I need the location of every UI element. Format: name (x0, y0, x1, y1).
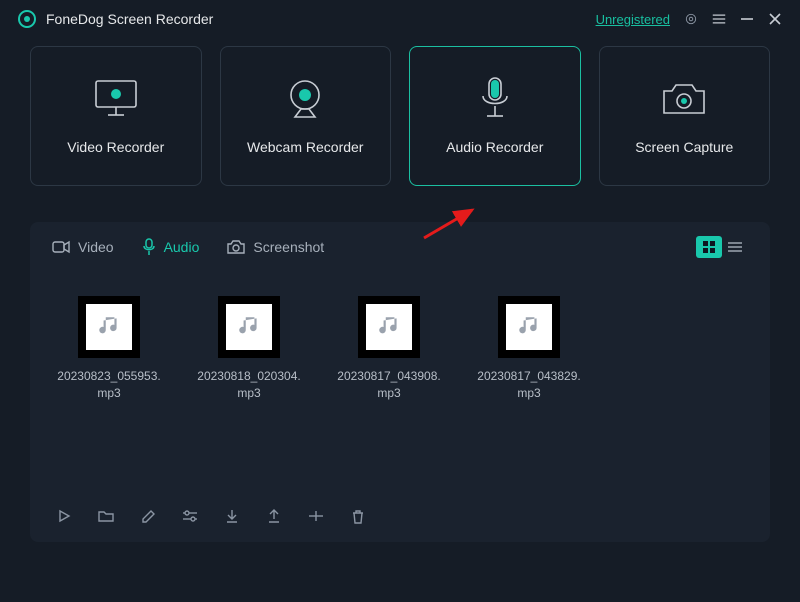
export-button[interactable] (266, 508, 282, 524)
settings-sliders-button[interactable] (182, 508, 198, 524)
hamburger-menu-icon[interactable] (712, 12, 726, 26)
mode-label: Video Recorder (67, 139, 164, 155)
app-logo-icon (18, 10, 36, 28)
mode-label: Webcam Recorder (247, 139, 363, 155)
camera-icon (660, 77, 708, 121)
file-item[interactable]: 20230823_055953.mp3 (56, 296, 162, 403)
file-item[interactable]: 20230818_020304.mp3 (196, 296, 302, 403)
file-name: 20230823_055953.mp3 (56, 368, 162, 403)
library-tabs: Video Audio Screenshot (52, 222, 748, 272)
mode-label: Audio Recorder (446, 139, 543, 155)
tab-audio[interactable]: Audio (142, 238, 200, 256)
mode-webcam-recorder[interactable]: Webcam Recorder (220, 46, 392, 186)
mode-screen-capture[interactable]: Screen Capture (599, 46, 771, 186)
audio-thumbnail (218, 296, 280, 358)
delete-button[interactable] (350, 508, 366, 524)
list-view-button[interactable] (722, 236, 748, 258)
file-name: 20230817_043829.mp3 (476, 368, 582, 403)
tab-screenshot[interactable]: Screenshot (227, 239, 324, 255)
registration-link[interactable]: Unregistered (596, 12, 670, 27)
trim-button[interactable] (308, 508, 324, 524)
mode-cards-row: Video Recorder Webcam Recorder Audio Rec… (0, 36, 800, 186)
music-note-icon (376, 314, 402, 340)
brand: FoneDog Screen Recorder (18, 10, 213, 28)
view-toggle (696, 236, 748, 258)
tab-video[interactable]: Video (52, 239, 114, 255)
webcam-icon (283, 77, 327, 121)
play-button[interactable] (56, 508, 72, 524)
tab-label: Audio (164, 239, 200, 255)
file-name: 20230818_020304.mp3 (196, 368, 302, 403)
mode-audio-recorder[interactable]: Audio Recorder (409, 46, 581, 186)
music-note-icon (96, 314, 122, 340)
title-bar: FoneDog Screen Recorder Unregistered (0, 0, 800, 36)
camera-icon (227, 240, 245, 254)
close-button[interactable] (768, 12, 782, 26)
mode-video-recorder[interactable]: Video Recorder (30, 46, 202, 186)
microphone-icon (142, 238, 156, 256)
mode-label: Screen Capture (635, 139, 733, 155)
monitor-icon (90, 77, 142, 121)
import-button[interactable] (224, 508, 240, 524)
file-item[interactable]: 20230817_043829.mp3 (476, 296, 582, 403)
music-note-icon (516, 314, 542, 340)
video-camera-icon (52, 240, 70, 254)
title-bar-controls: Unregistered (596, 12, 782, 27)
tab-label: Video (78, 239, 114, 255)
rename-button[interactable] (140, 508, 156, 524)
open-folder-button[interactable] (98, 508, 114, 524)
audio-thumbnail (498, 296, 560, 358)
settings-icon[interactable] (684, 12, 698, 26)
audio-thumbnail (358, 296, 420, 358)
file-grid: 20230823_055953.mp3 20230818_020304.mp3 (52, 272, 748, 498)
file-name: 20230817_043908.mp3 (336, 368, 442, 403)
microphone-icon (477, 77, 513, 121)
grid-view-button[interactable] (696, 236, 722, 258)
minimize-button[interactable] (740, 12, 754, 26)
file-item[interactable]: 20230817_043908.mp3 (336, 296, 442, 403)
library-toolbar (52, 498, 748, 524)
tab-label: Screenshot (253, 239, 324, 255)
app-title: FoneDog Screen Recorder (46, 11, 213, 27)
library-panel: Video Audio Screenshot (30, 222, 770, 542)
audio-thumbnail (78, 296, 140, 358)
music-note-icon (236, 314, 262, 340)
